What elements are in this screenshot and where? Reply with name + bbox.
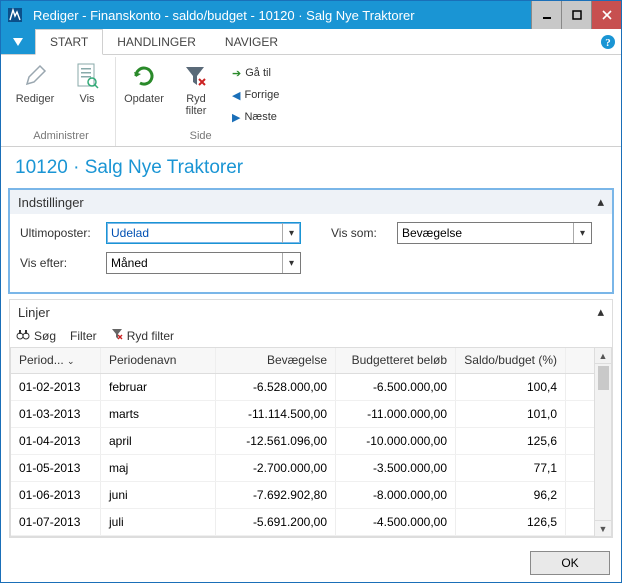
table-row[interactable]: 01-04-2013april-12.561.096,00-10.000.000… xyxy=(11,428,594,455)
ryd-filter-line-button[interactable]: Ryd filter xyxy=(111,328,174,343)
ryd-filter-button[interactable]: Ryd filter xyxy=(174,61,218,117)
panel-linjer: Linjer ▴ Søg Filter Ryd filter Period...… xyxy=(9,299,613,538)
ribbon-tabs: START HANDLINGER NAVIGER ? xyxy=(1,29,621,55)
panel-indstillinger: Indstillinger ▴ Ultimoposter: Udelad ▾ V… xyxy=(9,189,613,293)
naeste-button[interactable]: ▶Næste xyxy=(232,107,279,127)
tab-start[interactable]: START xyxy=(35,29,103,55)
col-periodenavn[interactable]: Periodenavn xyxy=(101,348,216,373)
chevron-down-icon: ▾ xyxy=(282,253,300,273)
table-row[interactable]: 01-05-2013maj-2.700.000,00-3.500.000,007… xyxy=(11,455,594,482)
chevron-down-icon: ▾ xyxy=(573,223,591,243)
tab-naviger[interactable]: NAVIGER xyxy=(211,29,293,54)
maximize-button[interactable] xyxy=(561,1,591,29)
panel-linjer-header[interactable]: Linjer ▴ xyxy=(10,300,612,324)
collapse-icon: ▴ xyxy=(597,304,604,320)
col-period[interactable]: Period... ⌄ xyxy=(11,348,101,373)
refresh-icon xyxy=(129,61,159,91)
vertical-scrollbar[interactable]: ▲ ▼ xyxy=(595,347,612,537)
table-row[interactable]: 01-07-2013juli-5.691.200,00-4.500.000,00… xyxy=(11,509,594,536)
close-button[interactable] xyxy=(591,1,621,29)
page-title: 10120 · Salg Nye Traktorer xyxy=(1,147,621,185)
col-bevaegelse[interactable]: Bevægelse xyxy=(216,348,336,373)
vis-efter-label: Vis efter: xyxy=(20,256,100,270)
minimize-button[interactable] xyxy=(531,1,561,29)
file-tab[interactable] xyxy=(1,29,35,54)
table-row[interactable]: 01-06-2013juni-7.692.902,80-8.000.000,00… xyxy=(11,482,594,509)
funnel-clear-small-icon xyxy=(111,328,123,343)
group-side: Side xyxy=(190,128,212,146)
page-icon xyxy=(72,61,102,91)
forrige-button[interactable]: ◀Forrige xyxy=(232,85,279,105)
sog-button[interactable]: Søg xyxy=(16,328,56,343)
panel-indstillinger-header[interactable]: Indstillinger ▴ xyxy=(10,190,612,214)
binoculars-icon xyxy=(16,328,30,343)
vis-button[interactable]: Vis xyxy=(65,61,109,105)
opdater-button[interactable]: Opdater xyxy=(122,61,166,105)
ultimoposter-select[interactable]: Udelad ▾ xyxy=(106,222,301,244)
arrow-left-icon: ◀ xyxy=(232,89,240,102)
scroll-up-icon[interactable]: ▲ xyxy=(595,348,611,364)
data-grid: Period... ⌄ Periodenavn Bevægelse Budget… xyxy=(10,347,595,537)
funnel-clear-icon xyxy=(181,61,211,91)
table-row[interactable]: 01-03-2013marts-11.114.500,00-11.000.000… xyxy=(11,401,594,428)
window-title: Rediger - Finanskonto - saldo/budget - 1… xyxy=(29,8,531,23)
ok-button[interactable]: OK xyxy=(530,551,610,575)
sort-icon: ⌄ xyxy=(67,356,75,366)
arrow-right-blue-icon: ▶ xyxy=(232,111,240,124)
tab-handlinger[interactable]: HANDLINGER xyxy=(103,29,211,54)
group-administrer: Administrer xyxy=(33,128,89,146)
collapse-icon: ▴ xyxy=(597,194,604,210)
scroll-down-icon[interactable]: ▼ xyxy=(595,520,611,536)
vis-efter-select[interactable]: Måned ▾ xyxy=(106,252,301,274)
svg-text:?: ? xyxy=(605,37,611,49)
filter-button[interactable]: Filter xyxy=(70,329,97,343)
col-saldo-budget[interactable]: Saldo/budget (%) xyxy=(456,348,566,373)
arrow-right-icon: ➔ xyxy=(232,67,241,80)
col-budgetteret[interactable]: Budgetteret beløb xyxy=(336,348,456,373)
app-icon xyxy=(1,1,29,29)
chevron-down-icon: ▾ xyxy=(282,223,300,243)
ultimoposter-label: Ultimoposter: xyxy=(20,226,100,240)
ga-til-button[interactable]: ➔Gå til xyxy=(232,63,279,83)
pencil-icon xyxy=(20,61,50,91)
scroll-thumb[interactable] xyxy=(598,366,609,390)
help-icon[interactable]: ? xyxy=(595,29,621,54)
vis-som-select[interactable]: Bevægelse ▾ xyxy=(397,222,592,244)
ribbon: Rediger Vis Administrer Opdater Ryd filt… xyxy=(1,55,621,147)
vis-som-label: Vis som: xyxy=(331,226,391,240)
rediger-button[interactable]: Rediger xyxy=(13,61,57,105)
table-row[interactable]: 01-02-2013februar-6.528.000,00-6.500.000… xyxy=(11,374,594,401)
title-bar: Rediger - Finanskonto - saldo/budget - 1… xyxy=(1,1,621,29)
